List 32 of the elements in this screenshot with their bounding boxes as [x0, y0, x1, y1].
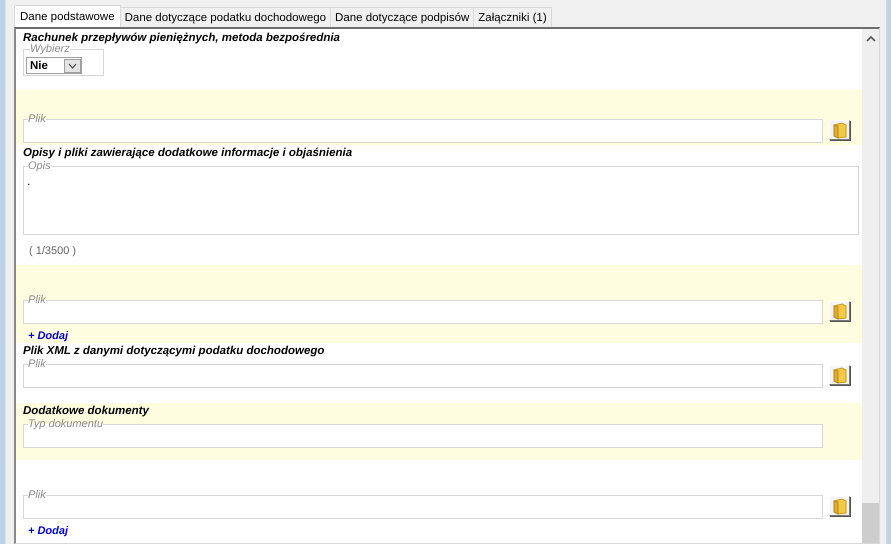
description-field[interactable]: Opis .: [23, 161, 859, 235]
tab[interactable]: Załączniki (1): [473, 7, 552, 27]
section-title: Opisy i pliki zawierające dodatkowe informacje i objaśnienia: [23, 146, 354, 159]
section-title: Dodatkowe dokumenty: [23, 404, 150, 417]
section-title: Plik XML z danymi dotyczącymi podatku dochodowego: [23, 344, 326, 357]
field-value: .: [26, 173, 32, 190]
field-legend: Opis: [28, 161, 51, 172]
folder-icon: [832, 366, 846, 384]
section-title: Rachunek przepływów pieniężnych, metoda bezpośrednia: [23, 31, 341, 44]
caret-icon: [64, 58, 81, 72]
folder-icon: [832, 498, 846, 514]
field-legend: Plik: [28, 359, 46, 370]
field-legend: Wybierz: [30, 44, 70, 55]
field-legend: Plik: [28, 114, 46, 125]
field-legend: Plik: [28, 295, 46, 306]
character-counter: ( 1/3500 ): [28, 244, 78, 257]
folder-icon: [832, 302, 846, 320]
field-legend: Typ dokumentu: [28, 419, 104, 430]
browse-button[interactable]: [829, 496, 850, 516]
browse-button[interactable]: [829, 120, 850, 140]
scroll-up-icon[interactable]: [866, 36, 876, 42]
tab[interactable]: Dane podstawowe: [14, 5, 121, 27]
browse-button[interactable]: [829, 365, 850, 385]
browse-button[interactable]: [829, 301, 850, 321]
dropdown-value: Nie: [29, 60, 49, 72]
scrollbar[interactable]: [862, 29, 879, 543]
add-link[interactable]: + Dodaj: [28, 330, 68, 342]
add-link[interactable]: + Dodaj: [28, 525, 68, 537]
dropdown[interactable]: Nie: [26, 57, 82, 74]
folder-icon: [832, 122, 846, 138]
scrollbar-thumb[interactable]: [862, 503, 879, 543]
field-legend: Plik: [28, 490, 46, 501]
